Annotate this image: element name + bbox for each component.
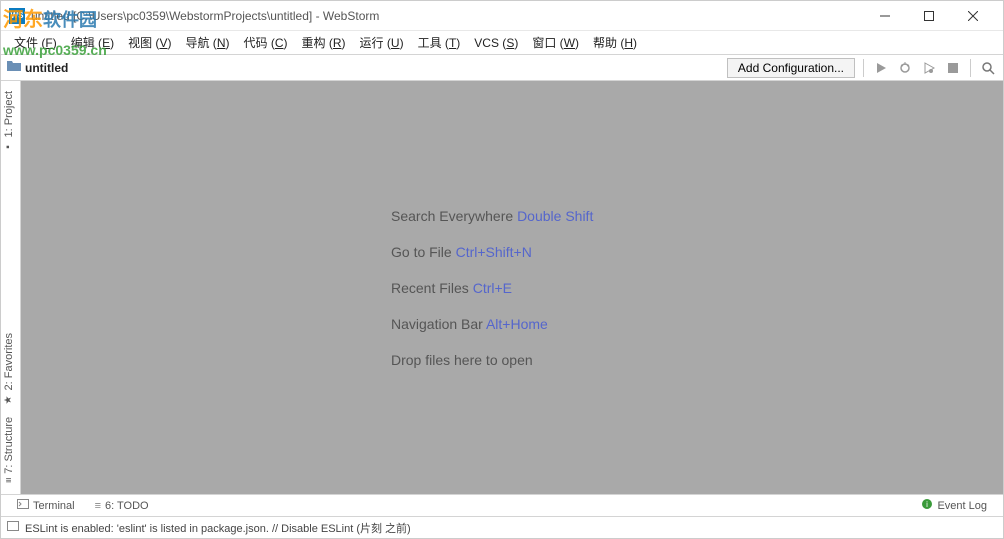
menu-tools[interactable]: 工具 (T) [411,32,468,53]
divider [970,59,971,77]
folder-icon [7,60,21,75]
svg-text:i: i [927,500,929,509]
hint-search-everywhere: Search Everywhere Double Shift [391,208,593,224]
tool-tab-terminal[interactable]: Terminal [7,499,85,512]
divider [863,59,864,77]
maximize-button[interactable] [907,2,951,30]
debug-icon[interactable] [896,59,914,77]
navigation-bar: untitled Add Configuration... [1,55,1003,81]
tool-tab-favorites[interactable]: ★ 2: Favorites [1,327,17,411]
bottom-tool-window-bar: Terminal ≡ 6: TODO i Event Log [1,494,1003,516]
menu-view[interactable]: 视图 (V) [121,32,178,53]
app-icon: WS [9,8,25,24]
editor-hints: Search Everywhere Double Shift Go to Fil… [391,208,593,368]
run-with-coverage-icon[interactable] [920,59,938,77]
tool-tab-project[interactable]: ▪ 1: Project [1,85,17,158]
menu-code[interactable]: 代码 (C) [236,32,294,53]
tool-tab-event-log[interactable]: i Event Log [911,498,997,513]
star-icon: ★ [4,394,15,405]
minimize-button[interactable] [863,2,907,30]
status-icon[interactable] [7,521,19,534]
main-area: ▪ 1: Project ★ 2: Favorites ≡ 7: Structu… [1,81,1003,494]
editor-empty-area[interactable]: Search Everywhere Double Shift Go to Fil… [21,81,1003,494]
menu-refactor[interactable]: 重构 (R) [295,32,353,53]
menu-navigate[interactable]: 导航 (N) [178,32,236,53]
status-bar: ESLint is enabled: 'eslint' is listed in… [1,516,1003,538]
search-icon[interactable] [979,59,997,77]
menu-help[interactable]: 帮助 (H) [586,32,644,53]
tool-tab-todo[interactable]: ≡ 6: TODO [85,500,159,512]
structure-icon: ≡ [6,476,12,487]
add-configuration-button[interactable]: Add Configuration... [727,58,855,78]
stop-icon[interactable] [944,59,962,77]
menu-run[interactable]: 运行 (U) [353,32,411,53]
breadcrumb[interactable]: untitled [25,61,68,75]
run-icon[interactable] [872,59,890,77]
menu-bar: 文件 (F) 编辑 (E) 视图 (V) 导航 (N) 代码 (C) 重构 (R… [1,31,1003,55]
title-bar: WS untitled [C:\Users\pc0359\WebstormPro… [1,1,1003,31]
event-log-icon: i [921,498,933,513]
hint-recent-files: Recent Files Ctrl+E [391,280,593,296]
tool-tab-structure[interactable]: ≡ 7: Structure [1,411,17,490]
close-button[interactable] [951,2,995,30]
window-controls [863,2,995,30]
hint-go-to-file: Go to File Ctrl+Shift+N [391,244,593,260]
hint-navigation-bar: Navigation Bar Alt+Home [391,316,593,332]
hint-drop-files: Drop files here to open [391,352,593,368]
status-message[interactable]: ESLint is enabled: 'eslint' is listed in… [25,520,411,536]
menu-edit[interactable]: 编辑 (E) [64,32,121,53]
menu-vcs[interactable]: VCS (S) [467,34,525,52]
left-tool-window-bar: ▪ 1: Project ★ 2: Favorites ≡ 7: Structu… [1,81,21,494]
menu-window[interactable]: 窗口 (W) [525,32,586,53]
window-title: untitled [C:\Users\pc0359\WebstormProjec… [31,9,863,23]
project-icon: ▪ [4,141,15,152]
menu-file[interactable]: 文件 (F) [7,32,64,53]
todo-icon: ≡ [95,500,101,512]
terminal-icon [17,499,29,512]
